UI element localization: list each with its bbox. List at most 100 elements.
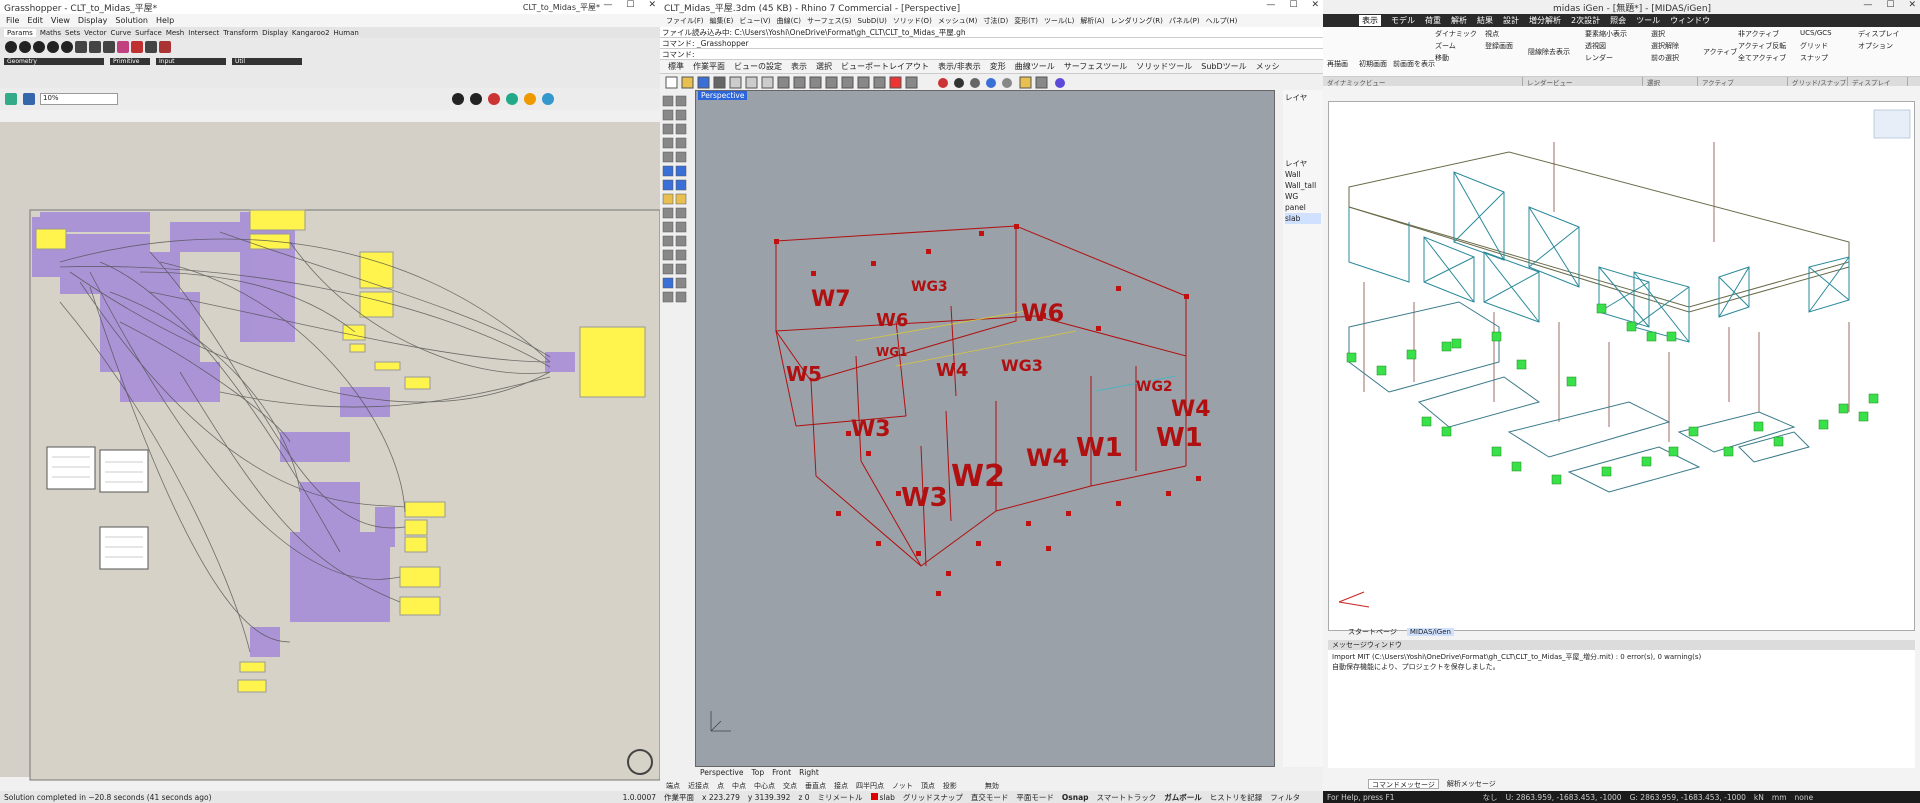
rhino-menu-view[interactable]: ビュー(V) — [739, 16, 770, 26]
rhino-tab-solid-tools[interactable]: ソリッドツール — [1136, 61, 1192, 72]
param-vector-icon[interactable] — [33, 41, 45, 53]
rhino-tab-standard[interactable]: 標準 — [668, 61, 684, 72]
gh-menu-file[interactable]: File — [6, 16, 19, 25]
document-preview-icon[interactable] — [542, 93, 554, 105]
preview-wire-icon[interactable] — [470, 93, 482, 105]
viewport-tab-perspective[interactable]: Perspective — [700, 768, 743, 777]
rhino-tab-visibility[interactable]: 表示/非表示 — [938, 61, 981, 72]
rhino-menu-curve[interactable]: 曲線(C) — [777, 16, 801, 26]
btn-invert-active[interactable]: アクティブ反転 — [1738, 41, 1786, 51]
status-ortho[interactable]: 直交モード — [971, 792, 1009, 803]
midas-menu-secondary-design[interactable]: 2次設計 — [1571, 15, 1600, 26]
param-point-icon[interactable] — [19, 41, 31, 53]
rhino-menu-edit[interactable]: 編集(E) — [710, 16, 734, 26]
btn-redraw[interactable]: 再描画 — [1327, 59, 1348, 69]
gh-menu-view[interactable]: View — [51, 16, 70, 25]
status-grid-snap[interactable]: グリッドスナップ — [903, 792, 963, 803]
viewport-tab-top[interactable]: Top — [751, 768, 764, 777]
osnap-disable[interactable]: 無効 — [985, 781, 999, 791]
midas-model-view[interactable] — [1328, 101, 1915, 631]
tab-command-message[interactable]: コマンドメッセージ — [1368, 779, 1439, 789]
osnap-mid[interactable]: 中点 — [732, 781, 746, 791]
data-dam-icon[interactable] — [159, 41, 171, 53]
rhino-tab-mesh[interactable]: メッシ — [1256, 61, 1280, 72]
status-planar[interactable]: 平面モード — [1016, 792, 1054, 803]
btn-zoom[interactable]: ズーム — [1435, 41, 1456, 51]
minimize-icon[interactable]: — — [1266, 0, 1275, 10]
midas-menu-view[interactable]: 表示 — [1359, 15, 1381, 26]
tab-analysis-message[interactable]: 解析メッセージ — [1447, 779, 1496, 789]
osnap-project[interactable]: 投影 — [943, 781, 957, 791]
param-curve-icon[interactable] — [47, 41, 59, 53]
btn-shrink-element[interactable]: 要素縮小表示 — [1585, 29, 1627, 39]
rhino-menu-panels[interactable]: パネル(P) — [1169, 16, 1200, 26]
status-none-select[interactable]: none — [1795, 793, 1814, 802]
gh-canvas[interactable] — [0, 122, 660, 781]
open-file-icon[interactable] — [5, 93, 17, 105]
btn-options[interactable]: オプション — [1858, 41, 1893, 51]
doc-tab-midas-igen[interactable]: MIDAS/iGen — [1406, 627, 1454, 636]
rhino-tab-select[interactable]: 選択 — [816, 61, 832, 72]
rhino-menu-analyze[interactable]: 解析(A) — [1080, 16, 1104, 26]
layer-wall-tall[interactable]: Wall_tall — [1285, 180, 1321, 191]
rhino-menu-dimension[interactable]: 寸法(D) — [983, 16, 1008, 26]
unit-force-select[interactable]: kN — [1754, 793, 1764, 802]
btn-inactive[interactable]: 非アクティブ — [1738, 29, 1779, 39]
btn-initial-view[interactable]: 初期画面 — [1359, 59, 1387, 69]
rhino-menu-render[interactable]: レンダリング(R) — [1111, 16, 1163, 26]
gh-tab-maths[interactable]: Maths — [40, 29, 61, 37]
btn-active[interactable]: アクティブ — [1703, 47, 1737, 57]
osnap-knot[interactable]: ノット — [892, 781, 913, 791]
btn-grid[interactable]: グリッド — [1800, 41, 1828, 51]
btn-viewpoint[interactable]: 視点 — [1485, 29, 1499, 39]
rhino-tab-cplane[interactable]: 作業平面 — [693, 61, 725, 72]
btn-dynamic[interactable]: ダイナミック — [1435, 29, 1477, 39]
relay-icon[interactable] — [145, 41, 157, 53]
status-current-layer[interactable]: slab — [870, 792, 895, 802]
rhino-menu-mesh[interactable]: メッシュ(M) — [938, 16, 978, 26]
rhino-menu-transform[interactable]: 変形(T) — [1014, 16, 1038, 26]
rhino-command-input[interactable]: コマンド: — [660, 49, 1323, 60]
gh-tab-mesh[interactable]: Mesh — [166, 29, 184, 37]
slider-icon[interactable] — [117, 41, 129, 53]
minimize-icon[interactable]: — — [1863, 0, 1872, 10]
gh-tab-surface[interactable]: Surface — [135, 29, 162, 37]
midas-menu-pushover[interactable]: 増分解析 — [1529, 15, 1561, 26]
midas-menu-results[interactable]: 結果 — [1477, 15, 1493, 26]
osnap-perpendicular[interactable]: 垂直点 — [805, 781, 826, 791]
status-gumball[interactable]: ガムボール — [1164, 792, 1202, 803]
rhino-menu-surface[interactable]: サーフェス(S) — [807, 16, 852, 26]
midas-menu-tools[interactable]: ツール — [1636, 15, 1660, 26]
status-smarttrack[interactable]: スマートトラック — [1097, 792, 1157, 803]
gh-tab-kangaroo2[interactable]: Kangaroo2 — [292, 29, 330, 37]
zoom-select[interactable]: 10% — [40, 93, 118, 105]
btn-render[interactable]: レンダー — [1585, 53, 1613, 63]
display-mode-icon[interactable] — [524, 93, 536, 105]
preview-shaded-icon[interactable] — [488, 93, 500, 105]
midas-menu-analysis[interactable]: 解析 — [1451, 15, 1467, 26]
rhino-tab-viewport-layout[interactable]: ビューポートレイアウト — [841, 61, 929, 72]
minimize-icon[interactable]: — — [603, 0, 612, 10]
midas-menu-load[interactable]: 荷重 — [1425, 15, 1441, 26]
gh-tab-params[interactable]: Params — [4, 28, 36, 37]
midas-menu-model[interactable]: モデル — [1391, 15, 1415, 26]
rhino-tab-setview[interactable]: ビューの設定 — [734, 61, 782, 72]
status-osnap[interactable]: Osnap — [1062, 793, 1089, 802]
rhino-tab-transform[interactable]: 変形 — [990, 61, 1006, 72]
layer-slab[interactable]: slab — [1285, 213, 1321, 224]
status-history[interactable]: ヒストリを記録 — [1210, 792, 1263, 803]
osnap-end[interactable]: 端点 — [666, 781, 680, 791]
rhino-model-drawing[interactable]: W7 W6 WG3 WG1 W5 W3 W4 W3 W2 W4 W1 WG2 W… — [696, 91, 1276, 768]
toggle-icon[interactable] — [131, 41, 143, 53]
gh-tab-sets[interactable]: Sets — [65, 29, 80, 37]
gh-tab-display[interactable]: Display — [262, 29, 288, 37]
gh-tab-transform[interactable]: Transform — [223, 29, 258, 37]
rhino-menu-file[interactable]: ファイル(F) — [666, 16, 704, 26]
btn-select[interactable]: 選択 — [1651, 29, 1665, 39]
unit-length-select[interactable]: mm — [1772, 793, 1787, 802]
viewport-tab-right[interactable]: Right — [799, 768, 819, 777]
save-file-icon[interactable] — [23, 93, 35, 105]
midas-menu-design[interactable]: 設計 — [1503, 15, 1519, 26]
close-icon[interactable]: ✕ — [1908, 0, 1916, 10]
rhino-tab-curve-tools[interactable]: 曲線ツール — [1015, 61, 1055, 72]
